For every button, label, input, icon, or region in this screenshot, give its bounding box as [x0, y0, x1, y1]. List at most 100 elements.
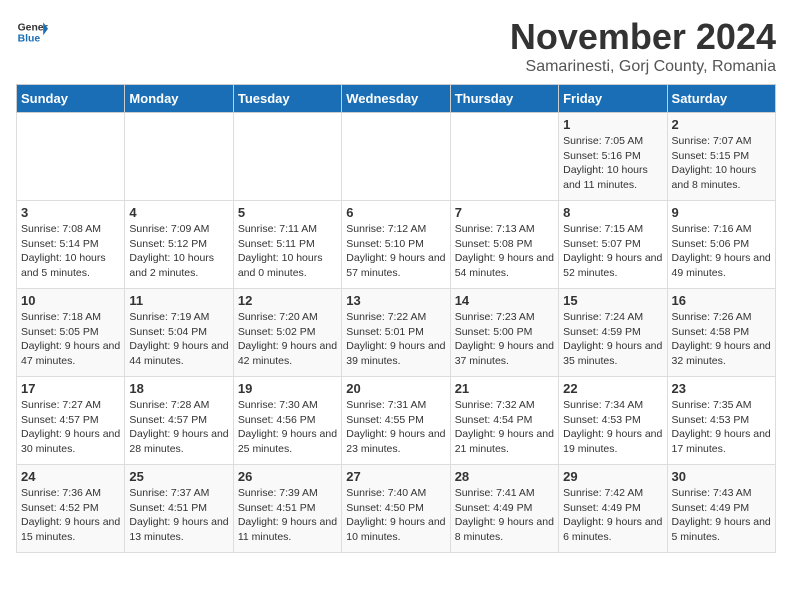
- day-cell: 20Sunrise: 7:31 AM Sunset: 4:55 PM Dayli…: [342, 377, 450, 465]
- day-cell: 23 Sunrise: 7:35 AM Sunset: 4:53 PM Dayli…: [667, 377, 775, 465]
- day-info: Sunrise: 7:05 AM Sunset: 5:16 PM Dayligh…: [563, 134, 662, 193]
- day-info: Sunrise: 7:07 AM Sunset: 5:15 PM Dayligh…: [672, 134, 771, 193]
- day-number: 30: [672, 469, 771, 484]
- day-number: 2: [672, 117, 771, 132]
- day-number: 13: [346, 293, 445, 308]
- day-info: Sunrise: 7:11 AM Sunset: 5:11 PM Dayligh…: [238, 222, 337, 281]
- week-row-2: 3 Sunrise: 7:08 AM Sunset: 5:14 PM Daylig…: [17, 201, 776, 289]
- day-cell: 27Sunrise: 7:40 AM Sunset: 4:50 PM Dayli…: [342, 465, 450, 553]
- day-info: Sunrise: 7:19 AM Sunset: 5:04 PM Dayligh…: [129, 310, 228, 369]
- day-info: Sunrise: 7:36 AM Sunset: 4:52 PM Dayligh…: [21, 486, 120, 545]
- week-row-1: 1 Sunrise: 7:05 AM Sunset: 5:16 PM Daylig…: [17, 113, 776, 201]
- day-info: Sunrise: 7:35 AM Sunset: 4:53 PM Dayligh…: [672, 398, 771, 457]
- day-number: 14: [455, 293, 554, 308]
- day-cell: 1 Sunrise: 7:05 AM Sunset: 5:16 PM Daylig…: [559, 113, 667, 201]
- day-info: Sunrise: 7:40 AM Sunset: 4:50 PM Dayligh…: [346, 486, 445, 545]
- day-cell: [17, 113, 125, 201]
- day-number: 9: [672, 205, 771, 220]
- day-number: 3: [21, 205, 120, 220]
- day-number: 22: [563, 381, 662, 396]
- day-number: 12: [238, 293, 337, 308]
- day-cell: 13 Sunrise: 7:22 AM Sunset: 5:01 PM Dayli…: [342, 289, 450, 377]
- day-info: Sunrise: 7:13 AM Sunset: 5:08 PM Dayligh…: [455, 222, 554, 281]
- day-cell: 10 Sunrise: 7:18 AM Sunset: 5:05 PM Dayli…: [17, 289, 125, 377]
- day-info: Sunrise: 7:28 AM Sunset: 4:57 PM Dayligh…: [129, 398, 228, 457]
- header: General Blue November 2024 Samarinesti, …: [16, 16, 776, 76]
- day-cell: 16 Sunrise: 7:26 AM Sunset: 4:58 PM Dayli…: [667, 289, 775, 377]
- day-cell: [342, 113, 450, 201]
- logo: General Blue: [16, 16, 48, 48]
- day-number: 26: [238, 469, 337, 484]
- day-cell: 26 Sunrise: 7:39 AM Sunset: 4:51 PM Dayli…: [233, 465, 341, 553]
- day-info: Sunrise: 7:24 AM Sunset: 4:59 PM Dayligh…: [563, 310, 662, 369]
- day-cell: 6Sunrise: 7:12 AM Sunset: 5:10 PM Daylig…: [342, 201, 450, 289]
- day-info: Sunrise: 7:12 AM Sunset: 5:10 PM Dayligh…: [346, 222, 445, 281]
- col-header-monday: Monday: [125, 85, 233, 113]
- day-number: 21: [455, 381, 554, 396]
- day-info: Sunrise: 7:31 AM Sunset: 4:55 PM Dayligh…: [346, 398, 445, 457]
- day-cell: 21 Sunrise: 7:32 AM Sunset: 4:54 PM Dayli…: [450, 377, 558, 465]
- day-cell: 4 Sunrise: 7:09 AM Sunset: 5:12 PM Daylig…: [125, 201, 233, 289]
- day-info: Sunrise: 7:08 AM Sunset: 5:14 PM Dayligh…: [21, 222, 120, 281]
- day-cell: 19Sunrise: 7:30 AM Sunset: 4:56 PM Dayli…: [233, 377, 341, 465]
- day-number: 23: [672, 381, 771, 396]
- day-cell: 12 Sunrise: 7:20 AM Sunset: 5:02 PM Dayli…: [233, 289, 341, 377]
- day-info: Sunrise: 7:27 AM Sunset: 4:57 PM Dayligh…: [21, 398, 120, 457]
- day-cell: 22Sunrise: 7:34 AM Sunset: 4:53 PM Dayli…: [559, 377, 667, 465]
- day-number: 18: [129, 381, 228, 396]
- day-number: 25: [129, 469, 228, 484]
- week-row-4: 17 Sunrise: 7:27 AM Sunset: 4:57 PM Dayli…: [17, 377, 776, 465]
- day-cell: [125, 113, 233, 201]
- day-number: 10: [21, 293, 120, 308]
- day-number: 11: [129, 293, 228, 308]
- calendar-body: 1 Sunrise: 7:05 AM Sunset: 5:16 PM Daylig…: [17, 113, 776, 553]
- day-info: Sunrise: 7:18 AM Sunset: 5:05 PM Dayligh…: [21, 310, 120, 369]
- day-cell: 7Sunrise: 7:13 AM Sunset: 5:08 PM Daylig…: [450, 201, 558, 289]
- day-cell: 25Sunrise: 7:37 AM Sunset: 4:51 PM Dayli…: [125, 465, 233, 553]
- day-info: Sunrise: 7:20 AM Sunset: 5:02 PM Dayligh…: [238, 310, 337, 369]
- day-info: Sunrise: 7:15 AM Sunset: 5:07 PM Dayligh…: [563, 222, 662, 281]
- day-cell: 29 Sunrise: 7:42 AM Sunset: 4:49 PM Dayli…: [559, 465, 667, 553]
- day-cell: 15 Sunrise: 7:24 AM Sunset: 4:59 PM Dayli…: [559, 289, 667, 377]
- day-number: 16: [672, 293, 771, 308]
- day-cell: 11 Sunrise: 7:19 AM Sunset: 5:04 PM Dayli…: [125, 289, 233, 377]
- location-subtitle: Samarinesti, Gorj County, Romania: [510, 58, 776, 76]
- col-header-friday: Friday: [559, 85, 667, 113]
- day-info: Sunrise: 7:09 AM Sunset: 5:12 PM Dayligh…: [129, 222, 228, 281]
- day-number: 4: [129, 205, 228, 220]
- day-info: Sunrise: 7:23 AM Sunset: 5:00 PM Dayligh…: [455, 310, 554, 369]
- day-number: 29: [563, 469, 662, 484]
- day-cell: 30Sunrise: 7:43 AM Sunset: 4:49 PM Dayli…: [667, 465, 775, 553]
- title-section: November 2024 Samarinesti, Gorj County, …: [510, 16, 776, 76]
- col-header-saturday: Saturday: [667, 85, 775, 113]
- day-cell: 8Sunrise: 7:15 AM Sunset: 5:07 PM Daylig…: [559, 201, 667, 289]
- day-cell: 2 Sunrise: 7:07 AM Sunset: 5:15 PM Daylig…: [667, 113, 775, 201]
- day-info: Sunrise: 7:22 AM Sunset: 5:01 PM Dayligh…: [346, 310, 445, 369]
- day-cell: 9 Sunrise: 7:16 AM Sunset: 5:06 PM Daylig…: [667, 201, 775, 289]
- month-title: November 2024: [510, 16, 776, 58]
- day-info: Sunrise: 7:41 AM Sunset: 4:49 PM Dayligh…: [455, 486, 554, 545]
- day-cell: 28 Sunrise: 7:41 AM Sunset: 4:49 PM Dayli…: [450, 465, 558, 553]
- day-cell: 14 Sunrise: 7:23 AM Sunset: 5:00 PM Dayli…: [450, 289, 558, 377]
- day-number: 17: [21, 381, 120, 396]
- day-number: 28: [455, 469, 554, 484]
- day-info: Sunrise: 7:42 AM Sunset: 4:49 PM Dayligh…: [563, 486, 662, 545]
- day-cell: 18 Sunrise: 7:28 AM Sunset: 4:57 PM Dayli…: [125, 377, 233, 465]
- day-number: 15: [563, 293, 662, 308]
- day-cell: [233, 113, 341, 201]
- day-cell: [450, 113, 558, 201]
- day-cell: 17 Sunrise: 7:27 AM Sunset: 4:57 PM Dayli…: [17, 377, 125, 465]
- svg-text:Blue: Blue: [18, 34, 41, 45]
- week-row-5: 24Sunrise: 7:36 AM Sunset: 4:52 PM Dayli…: [17, 465, 776, 553]
- generalblue-icon: General Blue: [16, 16, 48, 48]
- day-number: 1: [563, 117, 662, 132]
- calendar-header-row: SundayMondayTuesdayWednesdayThursdayFrid…: [17, 85, 776, 113]
- col-header-thursday: Thursday: [450, 85, 558, 113]
- day-info: Sunrise: 7:32 AM Sunset: 4:54 PM Dayligh…: [455, 398, 554, 457]
- day-info: Sunrise: 7:26 AM Sunset: 4:58 PM Dayligh…: [672, 310, 771, 369]
- day-info: Sunrise: 7:16 AM Sunset: 5:06 PM Dayligh…: [672, 222, 771, 281]
- day-number: 19: [238, 381, 337, 396]
- day-cell: 3 Sunrise: 7:08 AM Sunset: 5:14 PM Daylig…: [17, 201, 125, 289]
- calendar-table: SundayMondayTuesdayWednesdayThursdayFrid…: [16, 84, 776, 553]
- day-info: Sunrise: 7:39 AM Sunset: 4:51 PM Dayligh…: [238, 486, 337, 545]
